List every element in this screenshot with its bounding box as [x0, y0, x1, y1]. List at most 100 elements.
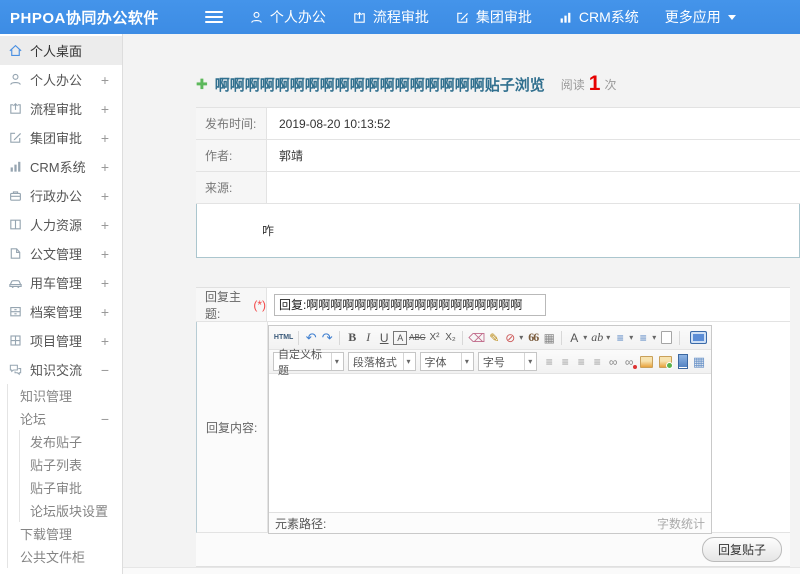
insert-table-icon[interactable]: ▦ [692, 353, 706, 371]
sidebar-item-post-create[interactable]: 发布贴子 [20, 430, 122, 453]
anchor-icon[interactable]: ∞ [622, 353, 638, 371]
editor-content-area[interactable] [269, 374, 711, 512]
nav-personal-office[interactable]: 个人办公 [249, 7, 326, 27]
caret-down-icon[interactable]: ▾ [606, 333, 610, 342]
sidebar-item-admin-office[interactable]: 行政办公 + [0, 181, 122, 210]
sidebar-item-project-mgmt[interactable]: 项目管理 + [0, 326, 122, 355]
underline-icon[interactable]: U [377, 329, 391, 347]
post-info-table: 发布时间: 2019-08-20 10:13:52 作者: 郭靖 来源: 咋 [196, 107, 800, 258]
app-logo: PHPOA协同办公软件 [10, 9, 159, 27]
sidebar-item-download-mgmt[interactable]: 下载管理 [8, 522, 122, 545]
element-path-label: 元素路径: [275, 516, 327, 531]
align-left-icon[interactable]: ≡ [542, 353, 556, 371]
read-unit: 次 [604, 77, 617, 92]
highlight-icon[interactable]: ab [590, 329, 604, 347]
collapse-icon[interactable]: − [101, 362, 109, 378]
reply-form: 回复主题: (*) 回复内容: HTML ↶ ↷ [196, 287, 790, 567]
nav-group-approval[interactable]: 集团审批 [455, 7, 532, 27]
expand-icon[interactable]: + [101, 246, 109, 262]
nav-crm-system[interactable]: CRM系统 [558, 7, 639, 27]
sidebar-item-forum[interactable]: 论坛 − [8, 407, 122, 430]
author-value: 郭靖 [279, 149, 304, 163]
font-border-icon[interactable]: A [393, 330, 408, 345]
paragraph-format-select[interactable]: 段落格式 ▾ [347, 352, 416, 371]
required-mark: (*) [253, 297, 266, 312]
caret-down-icon[interactable]: ▾ [519, 333, 523, 342]
nav-workflow-approval[interactable]: 流程审批 [352, 7, 429, 27]
bold-icon[interactable]: B [345, 329, 359, 347]
fullscreen-icon[interactable] [690, 331, 707, 344]
source-code-button[interactable]: HTML [274, 329, 293, 347]
align-justify-icon[interactable]: ≡ [590, 353, 604, 371]
insert-image-icon[interactable] [640, 355, 653, 368]
nav-more-apps[interactable]: 更多应用 [665, 7, 736, 27]
expand-icon[interactable]: + [101, 101, 109, 117]
table-row: 作者: 郭靖 [196, 140, 800, 172]
sidebar-item-post-list[interactable]: 贴子列表 [20, 453, 122, 476]
caret-down-icon[interactable]: ▾ [629, 333, 633, 342]
font-family-select[interactable]: 字体 ▾ [419, 352, 474, 371]
italic-icon[interactable]: I [361, 329, 375, 347]
sidebar-item-personal-office[interactable]: 个人办公 + [0, 65, 122, 94]
sidebar-item-public-file-cabinet[interactable]: 公共文件柜 [8, 545, 122, 568]
sidebar-item-group-approval[interactable]: 集团审批 + [0, 123, 122, 152]
font-color-icon[interactable]: A [567, 329, 581, 347]
sidebar-item-forum-board-settings[interactable]: 论坛版块设置 [20, 499, 122, 522]
sidebar-item-archive-mgmt[interactable]: 档案管理 + [0, 297, 122, 326]
sidebar-item-post-approval[interactable]: 贴子审批 [20, 476, 122, 499]
collapse-icon[interactable]: − [101, 411, 109, 427]
sidebar-item-knowledge-exchange[interactable]: 知识交流 − [0, 355, 122, 384]
sidebar-item-crm-system[interactable]: CRM系统 + [0, 152, 122, 181]
book-icon [8, 217, 23, 232]
rich-text-editor: HTML ↶ ↷ B I U A ABC X² X₂ ⌫ ✎ ⊘ ▾ 66 ▦ … [268, 325, 712, 534]
editor-status-bar: 元素路径: 字数统计 [269, 512, 711, 533]
attachment-icon[interactable] [677, 354, 689, 369]
expand-icon[interactable]: + [101, 304, 109, 320]
publish-time-value: 2019-08-20 10:13:52 [279, 116, 391, 131]
align-right-icon[interactable]: ≡ [574, 353, 588, 371]
strikethrough-icon[interactable]: ABC [409, 329, 425, 347]
archive-icon [8, 304, 23, 319]
editor-toolbar-row2: 自定义标题 ▾ 段落格式 ▾ 字体 ▾ 字号 ▾ ≡ ≡ ≡ ≡ ∞ ∞ ▦ [269, 349, 711, 377]
remove-format-icon[interactable]: ⊘ [503, 329, 517, 347]
font-size-select[interactable]: 字号 ▾ [477, 352, 538, 371]
unordered-list-icon[interactable]: ≡ [636, 329, 650, 347]
post-content: 咋 [196, 204, 800, 258]
caret-down-icon[interactable]: ▾ [583, 333, 587, 342]
align-center-icon[interactable]: ≡ [558, 353, 572, 371]
expand-icon[interactable]: + [101, 217, 109, 233]
multi-image-upload-icon[interactable] [658, 355, 673, 369]
ordered-list-icon[interactable]: ≡ [613, 329, 627, 347]
reply-submit-button[interactable]: 回复贴子 [701, 537, 782, 562]
blockquote-icon[interactable]: 66 [526, 329, 540, 347]
sidebar-item-vehicle-mgmt[interactable]: 用车管理 + [0, 268, 122, 297]
link-icon[interactable]: ∞ [606, 353, 620, 371]
expand-icon[interactable]: + [101, 72, 109, 88]
expand-icon[interactable]: + [101, 188, 109, 204]
expand-icon[interactable]: + [101, 275, 109, 291]
format-painter-icon[interactable]: ✎ [487, 329, 501, 347]
field-label: 来源: [196, 172, 267, 203]
custom-title-select[interactable]: 自定义标题 ▾ [273, 349, 344, 377]
caret-down-icon[interactable]: ▾ [652, 333, 656, 342]
undo-icon[interactable]: ↶ [304, 329, 318, 347]
expand-icon[interactable]: + [101, 333, 109, 349]
sidebar-item-knowledge-mgmt[interactable]: 知识管理 [8, 384, 122, 407]
subscript-icon[interactable]: X₂ [443, 329, 457, 347]
new-page-icon[interactable] [661, 331, 673, 344]
eraser-icon[interactable]: ⌫ [468, 329, 485, 347]
expand-icon[interactable]: + [101, 159, 109, 175]
reply-subject-input[interactable] [274, 293, 546, 316]
insert-date-icon[interactable]: ▦ [542, 329, 556, 347]
sidebar-item-workflow-approval[interactable]: 流程审批 + [0, 94, 122, 123]
expand-icon[interactable]: + [101, 130, 109, 146]
read-count: 1 [588, 72, 601, 95]
sidebar-item-personal-desktop[interactable]: 个人桌面 [0, 36, 122, 65]
superscript-icon[interactable]: X² [427, 329, 441, 347]
bottom-strip [123, 567, 800, 574]
editor-toolbar-row1: HTML ↶ ↷ B I U A ABC X² X₂ ⌫ ✎ ⊘ ▾ 66 ▦ … [269, 326, 711, 350]
sidebar-item-official-docs[interactable]: 公文管理 + [0, 239, 122, 268]
sidebar-item-human-resources[interactable]: 人力资源 + [0, 210, 122, 239]
redo-icon[interactable]: ↷ [320, 329, 334, 347]
menu-toggle-icon[interactable] [204, 11, 223, 23]
